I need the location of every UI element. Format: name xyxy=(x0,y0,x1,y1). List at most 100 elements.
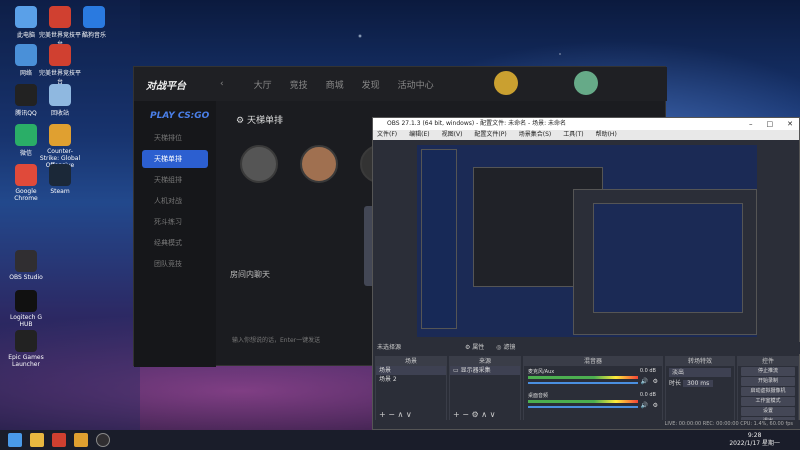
sidebar-item[interactable]: 人机对战 xyxy=(142,192,208,210)
gear-icon[interactable]: ⚙ xyxy=(653,378,658,385)
desktop-shortcut[interactable]: Logitech G HUB xyxy=(4,290,48,328)
list-item[interactable]: ▭ 显示器采集 xyxy=(450,366,520,375)
desktop-shortcut-label: OBS Studio xyxy=(9,274,43,281)
clock-time: 9:28 xyxy=(747,432,762,439)
desktop-shortcut[interactable]: 酷狗音乐 xyxy=(72,6,116,39)
nav-item[interactable]: 活动中心 xyxy=(398,78,434,91)
avatar xyxy=(300,145,338,183)
epic-icon xyxy=(15,330,37,352)
platform-logo: 对战平台 xyxy=(146,80,186,92)
window-title: OBS 27.1.3 (64 bit, windows) - 配置文件: 未命名… xyxy=(387,120,567,127)
obs-titlebar: OBS 27.1.3 (64 bit, windows) - 配置文件: 未命名… xyxy=(373,118,799,130)
duration-field[interactable]: 时长 300 ms xyxy=(666,379,734,388)
clock-date: 2022/1/17 星期一 xyxy=(729,440,780,447)
source-toolbar: 未选择源 ⚙ 属性 ◎ 滤镜 xyxy=(373,342,800,354)
control-button[interactable]: 停止推流 xyxy=(741,367,795,376)
taskbar: 9:28 2022/1/17 星期一 xyxy=(0,430,800,450)
clock[interactable]: 9:28 2022/1/17 星期一 xyxy=(729,432,780,448)
volume-slider[interactable] xyxy=(528,406,638,408)
speaker-icon[interactable]: 🔊 xyxy=(641,402,648,409)
dock-title: 混音器 xyxy=(524,357,662,366)
logitech-icon xyxy=(15,290,37,312)
qq-icon xyxy=(15,84,37,106)
list-item[interactable]: 场景 xyxy=(376,366,446,375)
menu-item[interactable]: 帮助(H) xyxy=(596,130,617,140)
speaker-icon[interactable]: 🔊 xyxy=(641,378,648,385)
nested-preview-window xyxy=(421,149,457,329)
chrome-icon xyxy=(15,164,37,186)
kugou-icon xyxy=(83,6,105,28)
sidebar-item[interactable]: 死斗练习 xyxy=(142,213,208,231)
control-button[interactable]: 设置 xyxy=(741,407,795,416)
properties-button[interactable]: ⚙ 属性 xyxy=(465,344,484,351)
nav-item[interactable]: 大厅 xyxy=(254,78,272,91)
menu-item[interactable]: 场景集合(S) xyxy=(519,130,552,140)
menu-item[interactable]: 工具(T) xyxy=(563,130,583,140)
platform-sidebar: PLAY CS:GO 天梯排位天梯单排天梯组排人机对战死斗练习经典模式团队竞技 xyxy=(134,101,216,367)
close-icon[interactable]: ✕ xyxy=(787,118,793,130)
sources-dock: 来源 ▭ 显示器采集 + − ⚙ ∧ ∨ xyxy=(449,356,521,422)
sidebar-item[interactable]: 天梯单排 xyxy=(142,150,208,168)
dock-controls[interactable]: + − ⚙ ∧ ∨ xyxy=(453,410,495,419)
menu-item[interactable]: 文件(F) xyxy=(377,130,397,140)
desktop-shortcut[interactable]: OBS Studio xyxy=(4,250,48,281)
wechat-icon xyxy=(15,124,37,146)
menu-item[interactable]: 编辑(E) xyxy=(409,130,429,140)
menu-item[interactable]: 配置文件(P) xyxy=(474,130,506,140)
track-db: 0.0 dB xyxy=(639,368,656,374)
perfect-world-icon[interactable] xyxy=(52,433,66,447)
dock-controls[interactable]: + − ∧ ∨ xyxy=(379,410,412,419)
minimize-icon[interactable]: – xyxy=(749,118,753,130)
track-name: 桌面音频 xyxy=(528,393,549,399)
file-explorer-icon[interactable] xyxy=(30,433,44,447)
nested-obs-window xyxy=(593,203,743,313)
filters-button[interactable]: ◎ 滤镜 xyxy=(496,344,515,351)
avatar[interactable] xyxy=(494,71,518,95)
dock-title: 控件 xyxy=(738,357,798,366)
nav-item[interactable]: 发现 xyxy=(362,78,380,91)
desktop-shortcut[interactable]: 完美世界竞技平台 xyxy=(38,44,82,86)
obs-preview[interactable] xyxy=(417,145,757,337)
desktop-shortcut-label: Epic Games Launcher xyxy=(8,354,44,368)
desktop-shortcut-label: Logitech G HUB xyxy=(9,314,43,328)
gear-icon[interactable]: ⚙ xyxy=(653,402,658,409)
obs-icon[interactable] xyxy=(96,433,110,447)
desktop-shortcut[interactable]: Epic Games Launcher xyxy=(4,330,48,368)
desktop-shortcut-label: 酷狗音乐 xyxy=(81,32,106,39)
audio-mixer-dock: 混音器 麦克风/Aux 0.0 dB 🔊 ⚙ 桌面音频 0.0 dB 🔊 ⚙ xyxy=(523,356,663,422)
nav-item[interactable]: 竞技 xyxy=(290,78,308,91)
sidebar-item[interactable]: 天梯排位 xyxy=(142,129,208,147)
sidebar-item[interactable]: 经典模式 xyxy=(142,234,208,252)
avatar xyxy=(240,145,278,183)
perfect-world-icon xyxy=(49,44,71,66)
network-icon xyxy=(15,44,37,66)
volume-meter xyxy=(528,400,638,403)
computer-icon xyxy=(15,6,37,28)
nav-item[interactable]: 商城 xyxy=(326,78,344,91)
recycle-bin-icon xyxy=(49,84,71,106)
sidebar-brand: PLAY CS:GO xyxy=(150,111,210,121)
obs-window[interactable]: OBS 27.1.3 (64 bit, windows) - 配置文件: 未命名… xyxy=(372,117,800,430)
obs-statusbar: LIVE: 00:00:00 REC: 00:00:00 CPU: 1.4%, … xyxy=(373,420,800,429)
track-db: 0.0 dB xyxy=(639,392,656,398)
sidebar-item[interactable]: 天梯组排 xyxy=(142,171,208,189)
maximize-icon[interactable]: □ xyxy=(767,118,774,130)
control-button[interactable]: 开始录制 xyxy=(741,377,795,386)
control-button[interactable]: 工作室模式 xyxy=(741,397,795,406)
menu-item[interactable]: 视图(V) xyxy=(442,130,463,140)
transition-select[interactable]: 淡出 xyxy=(669,368,731,377)
desktop-shortcut[interactable]: Counter-Strike: Global Offensive xyxy=(38,124,82,169)
track-name: 麦克风/Aux xyxy=(528,369,555,375)
desktop-shortcut[interactable]: 回收站 xyxy=(38,84,82,117)
back-icon[interactable]: ‹ xyxy=(220,79,224,89)
desktop-shortcut[interactable]: Steam xyxy=(38,164,82,195)
volume-slider[interactable] xyxy=(528,382,638,384)
start-menu-icon[interactable] xyxy=(8,433,22,447)
steam-icon xyxy=(49,164,71,186)
obs-icon xyxy=(15,250,37,272)
list-item[interactable]: 场景 2 xyxy=(376,375,446,384)
csgo-icon[interactable] xyxy=(74,433,88,447)
control-button[interactable]: 启动虚拟摄像机 xyxy=(741,387,795,396)
avatar[interactable] xyxy=(574,71,598,95)
sidebar-item[interactable]: 团队竞技 xyxy=(142,255,208,273)
